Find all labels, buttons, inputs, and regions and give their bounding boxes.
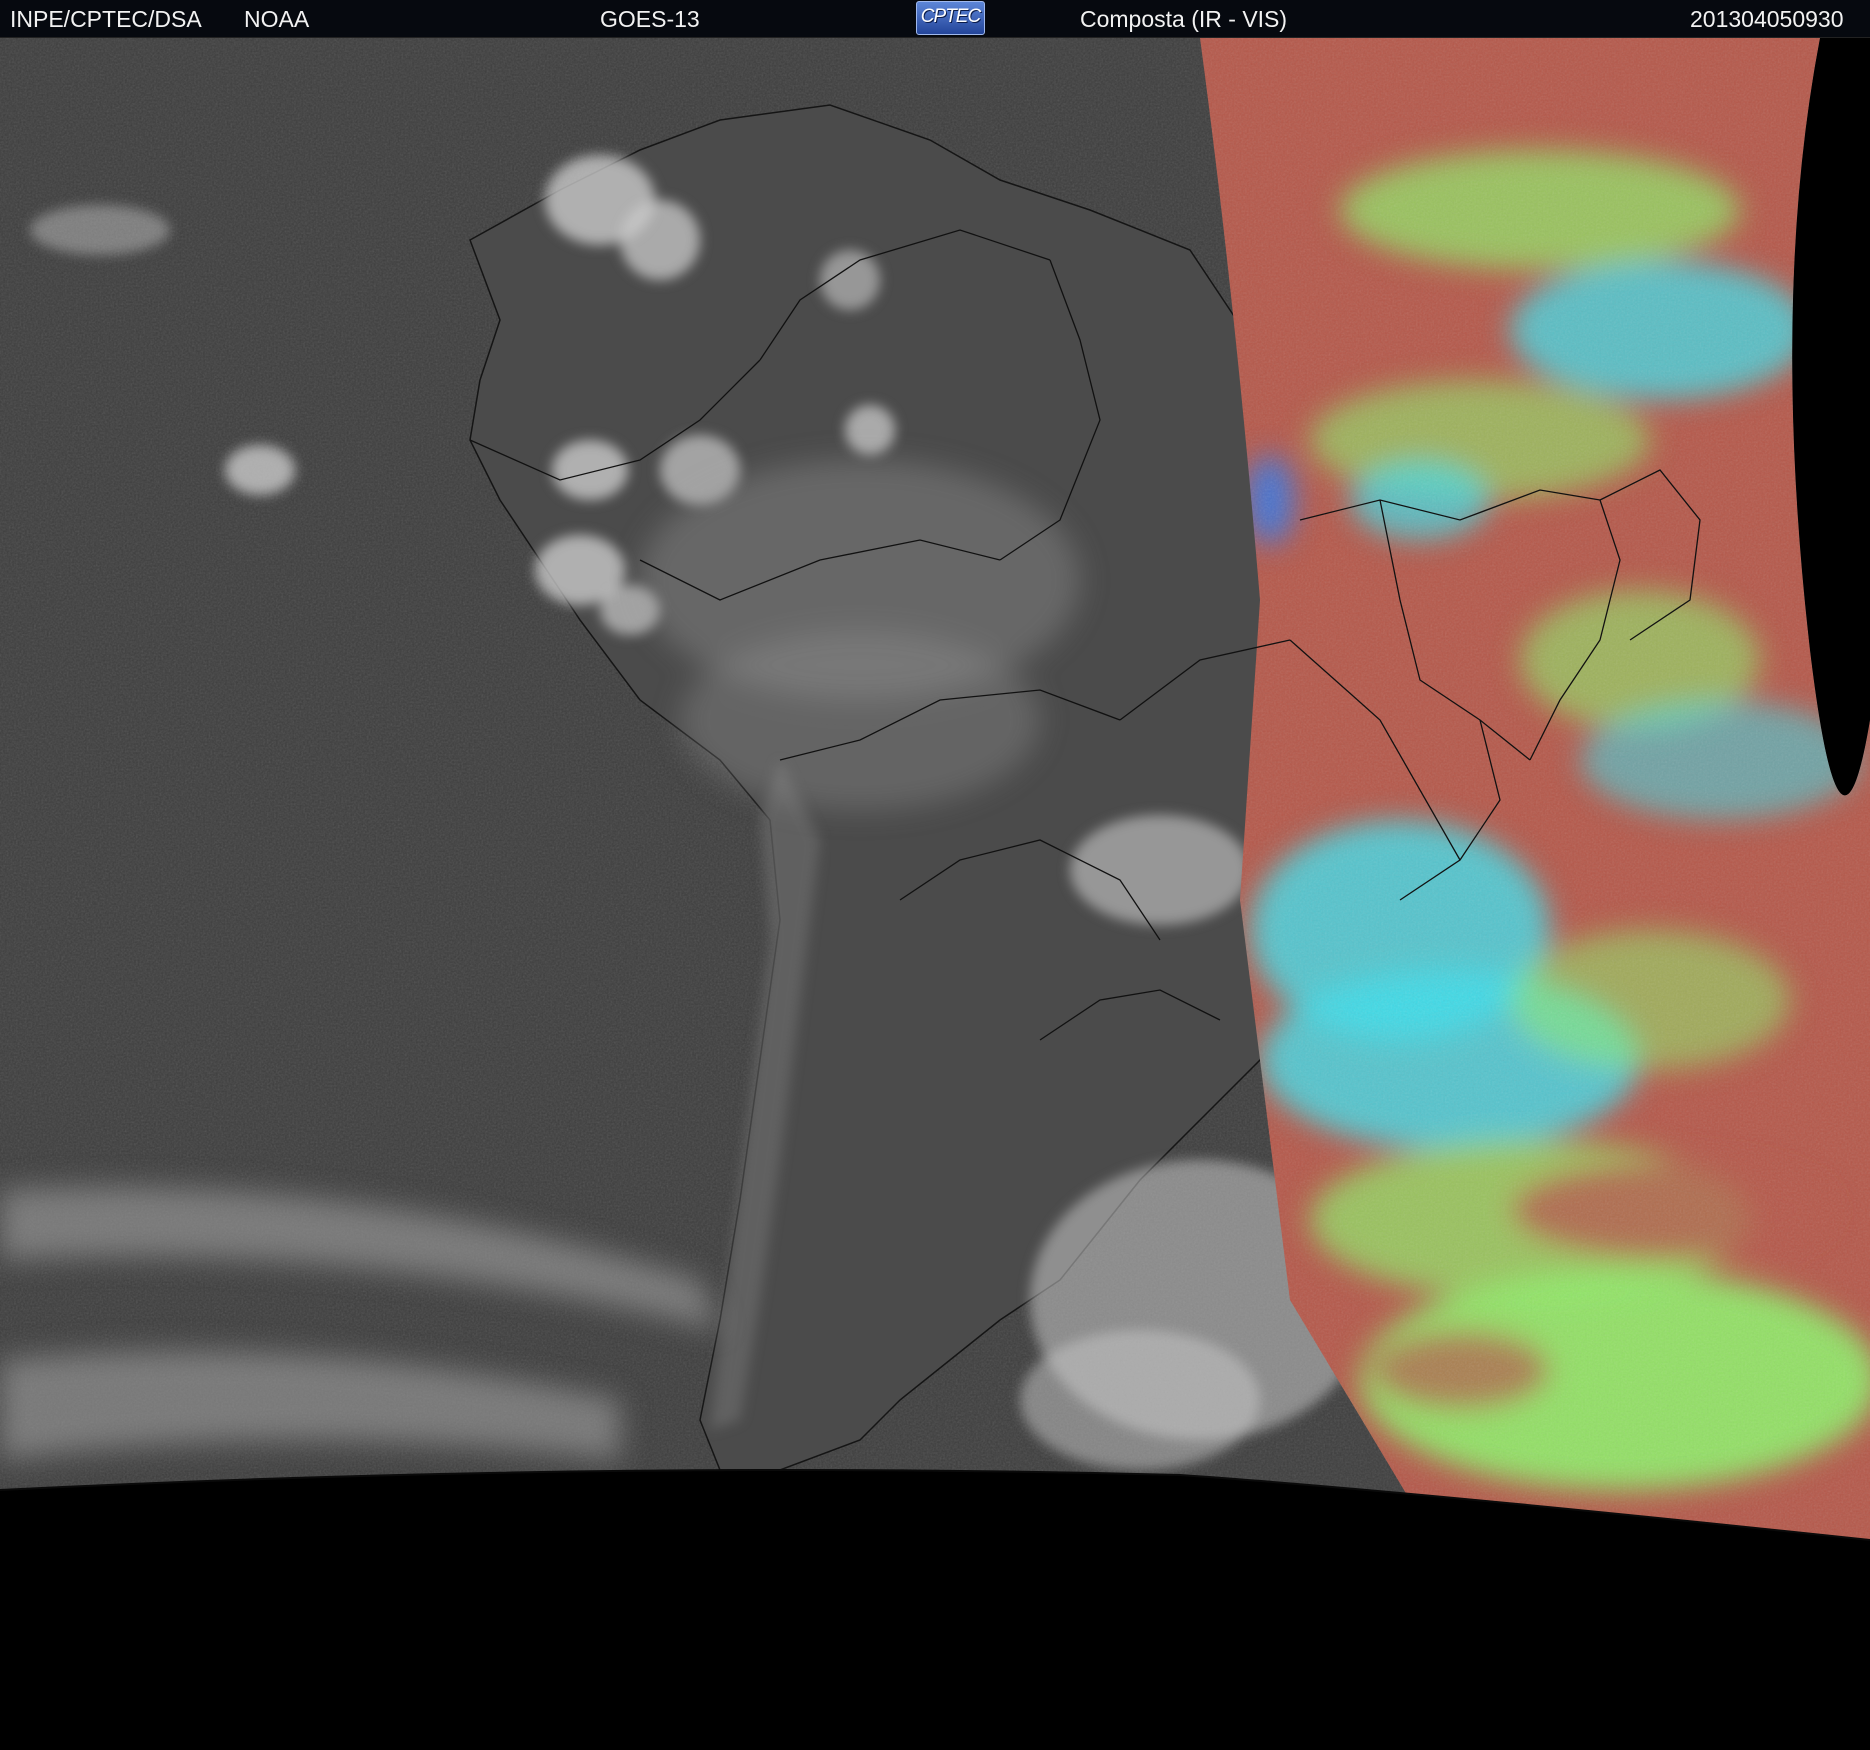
ir-cloud [30,205,170,255]
timestamp-label: 201304050930 [1690,6,1844,32]
ir-cloud [552,440,628,500]
convective-field [680,630,1040,810]
cptec-logo-text: CPTEC [920,6,981,27]
image-header: INPE/CPTEC/DSA NOAA GOES-13 CPTEC Compos… [0,0,1870,38]
partner-label: NOAA [244,6,310,32]
ir-cloud [225,445,295,495]
ir-cloud [620,200,700,280]
ir-cloud [1020,1330,1260,1470]
ir-cloud [1070,815,1250,925]
earth-disk [0,38,1870,1540]
satellite-composite-map [0,38,1870,1750]
product-label: Composta (IR - VIS) [1080,6,1288,32]
satellite-label: GOES-13 [600,6,700,32]
cptec-logo: CPTEC [916,1,985,35]
agency-label: INPE/CPTEC/DSA [10,6,202,32]
ir-cloud [845,405,895,455]
